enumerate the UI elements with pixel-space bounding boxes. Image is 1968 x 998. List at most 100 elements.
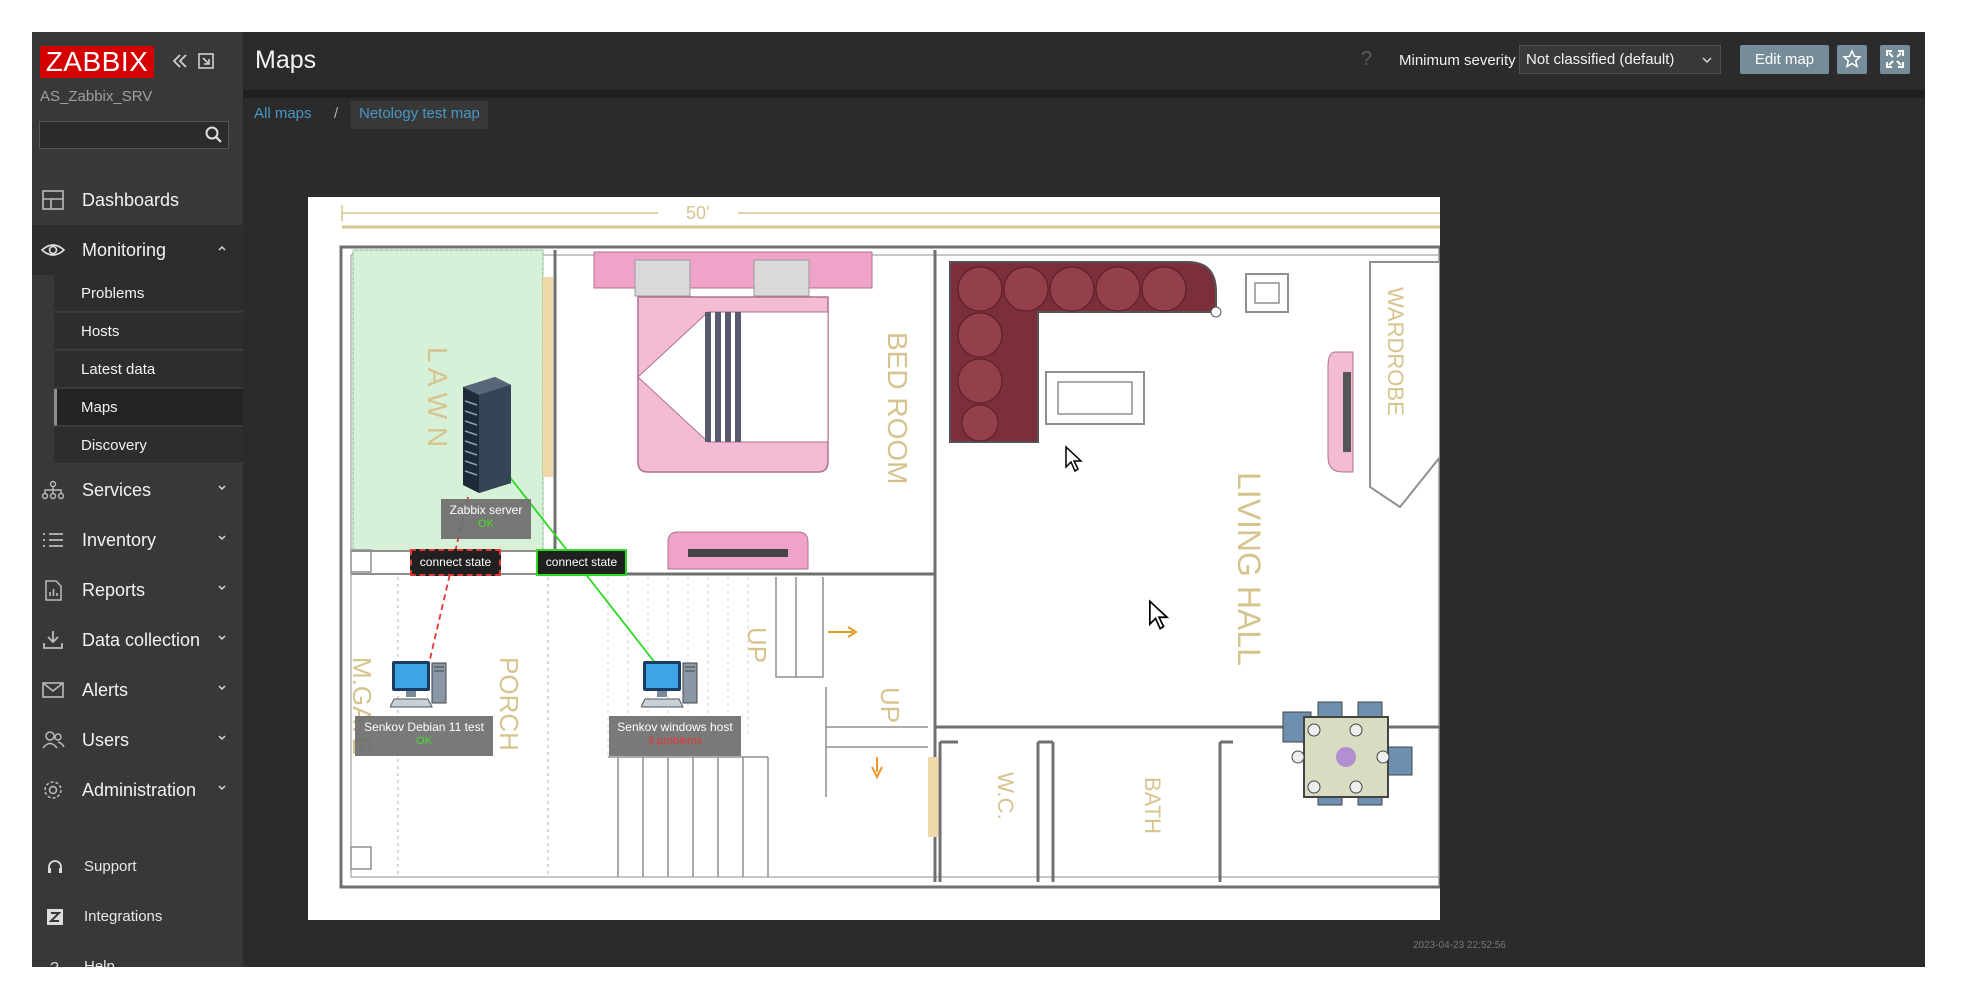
services-icon: [41, 480, 65, 500]
eye-icon: [41, 244, 65, 256]
page-title: Maps: [255, 46, 317, 74]
server-name: AS_Zabbix_SRV: [40, 88, 153, 105]
map-node-senkov-windows[interactable]: [640, 657, 701, 713]
fullscreen-icon: [1886, 50, 1904, 68]
collapse-sidebar-icon[interactable]: [169, 50, 191, 72]
nav-sub-label: Discovery: [81, 437, 147, 454]
app-window: ZABBIX AS_Zabbix_SRV Dashboards Monitori…: [32, 32, 1925, 967]
mouse-cursor-icon: [1065, 445, 1083, 473]
zabbix-z-icon: [47, 909, 63, 925]
desktop-computer-icon: [389, 661, 447, 708]
dashboard-icon: [42, 190, 64, 210]
search-input[interactable]: [40, 122, 198, 148]
nav-inventory[interactable]: Inventory: [32, 515, 243, 565]
star-icon: [1842, 49, 1862, 69]
envelope-icon: [42, 682, 64, 698]
chevron-down-icon: [218, 485, 226, 490]
nav-label: Users: [82, 730, 130, 750]
link-label-windows[interactable]: connect state: [536, 549, 627, 576]
gear-icon: [44, 781, 62, 799]
footer-label: Support: [84, 858, 137, 875]
node-label-senkov-debian[interactable]: Senkov Debian 11 test OK: [355, 716, 493, 756]
nav-sub-discovery[interactable]: Discovery: [54, 427, 243, 464]
chevron-down-icon: [218, 635, 226, 640]
search-icon[interactable]: [204, 125, 224, 145]
fullscreen-button[interactable]: [1880, 45, 1910, 74]
help-icon[interactable]: ?: [1361, 48, 1372, 71]
nav-label: Data collection: [82, 630, 201, 650]
edit-map-button[interactable]: Edit map: [1740, 45, 1829, 74]
node-name: Senkov Debian 11 test: [364, 720, 484, 734]
nav-users[interactable]: Users: [32, 715, 243, 765]
list-icon: [43, 533, 63, 547]
breadcrumb-all-maps[interactable]: All maps: [254, 105, 312, 122]
search-box: [39, 121, 229, 149]
nav-label: Reports: [82, 580, 146, 600]
node-label-zabbix-server[interactable]: Zabbix server OK: [441, 499, 531, 539]
mouse-cursor-icon: [1149, 599, 1170, 630]
nav-reports[interactable]: Reports: [32, 565, 243, 615]
report-icon: [45, 580, 62, 601]
breadcrumb-separator: /: [334, 105, 339, 122]
node-status: OK: [416, 735, 432, 747]
sidebar: ZABBIX AS_Zabbix_SRV Dashboards Monitori…: [32, 32, 243, 967]
footer-label: Help: [84, 958, 115, 967]
map-node-senkov-debian[interactable]: [389, 657, 450, 713]
chevron-down-icon: [218, 535, 226, 540]
users-icon: [42, 731, 65, 749]
nav-administration[interactable]: Administration: [32, 765, 243, 815]
chevron-down-icon: [1702, 57, 1712, 63]
nav-dashboards[interactable]: Dashboards: [32, 175, 243, 225]
node-name: Zabbix server: [449, 503, 523, 517]
map-canvas: 50' L A W N BED ROOM WARDROBE LIVING HAL…: [308, 197, 1442, 920]
download-icon: [43, 631, 63, 649]
map-timestamp: 2023-04-23 22:52:56: [1413, 940, 1506, 951]
nav-support[interactable]: Support: [32, 848, 243, 884]
server-rack-icon: [463, 377, 511, 493]
headset-icon: [48, 860, 62, 873]
question-icon: ?: [50, 960, 59, 967]
nav-sub-label: Hosts: [81, 323, 120, 340]
chevron-down-icon: [218, 585, 226, 590]
nav-sub-label: Maps: [81, 399, 118, 416]
kiosk-sidebar-icon[interactable]: [195, 50, 217, 72]
nav-label: Dashboards: [82, 190, 180, 210]
footer-label: Integrations: [84, 908, 163, 925]
chevron-up-icon: [218, 246, 226, 251]
nav-help[interactable]: ? Help: [32, 948, 243, 967]
nav-services[interactable]: Services: [32, 465, 243, 515]
favorite-button[interactable]: [1837, 45, 1867, 74]
nav-sub-label: Latest data: [81, 361, 156, 378]
header-divider: [243, 90, 1925, 98]
nav-sub-maps[interactable]: Maps: [54, 389, 243, 426]
nav-label: Inventory: [82, 530, 157, 550]
nav-sub-latest-data[interactable]: Latest data: [54, 351, 243, 388]
nav-label: Administration: [82, 780, 197, 800]
map-node-zabbix-server[interactable]: [448, 375, 518, 495]
link-label-debian[interactable]: connect state: [410, 549, 501, 576]
node-status: 3 problems: [647, 735, 703, 747]
desktop-computer-icon: [640, 661, 698, 708]
zabbix-logo[interactable]: ZABBIX: [40, 46, 154, 78]
nav-alerts[interactable]: Alerts: [32, 665, 243, 715]
nav-monitoring[interactable]: Monitoring: [32, 225, 243, 275]
node-label-senkov-windows[interactable]: Senkov windows host 3 problems: [609, 716, 741, 756]
node-name: Senkov windows host: [617, 720, 733, 734]
chevron-down-icon: [218, 785, 226, 790]
nav-sub-hosts[interactable]: Hosts: [54, 313, 243, 350]
node-status: OK: [478, 518, 494, 530]
nav-sub-label: Problems: [81, 285, 145, 302]
nav-integrations[interactable]: Integrations: [32, 898, 243, 934]
svg-text:?: ?: [50, 960, 59, 967]
severity-value: Not classified (default): [1526, 51, 1675, 68]
nav-label: Services: [82, 480, 152, 500]
min-severity-label: Minimum severity: [1399, 52, 1516, 69]
nav-sub-problems[interactable]: Problems: [54, 275, 243, 312]
nav-label: Alerts: [82, 680, 129, 700]
breadcrumb-current-map[interactable]: Netology test map: [351, 101, 488, 129]
severity-select[interactable]: Not classified (default): [1519, 45, 1721, 74]
nav-label: Monitoring: [82, 240, 167, 260]
chevron-down-icon: [218, 685, 226, 690]
nav-data-collection[interactable]: Data collection: [32, 615, 243, 665]
chevron-down-icon: [218, 735, 226, 740]
